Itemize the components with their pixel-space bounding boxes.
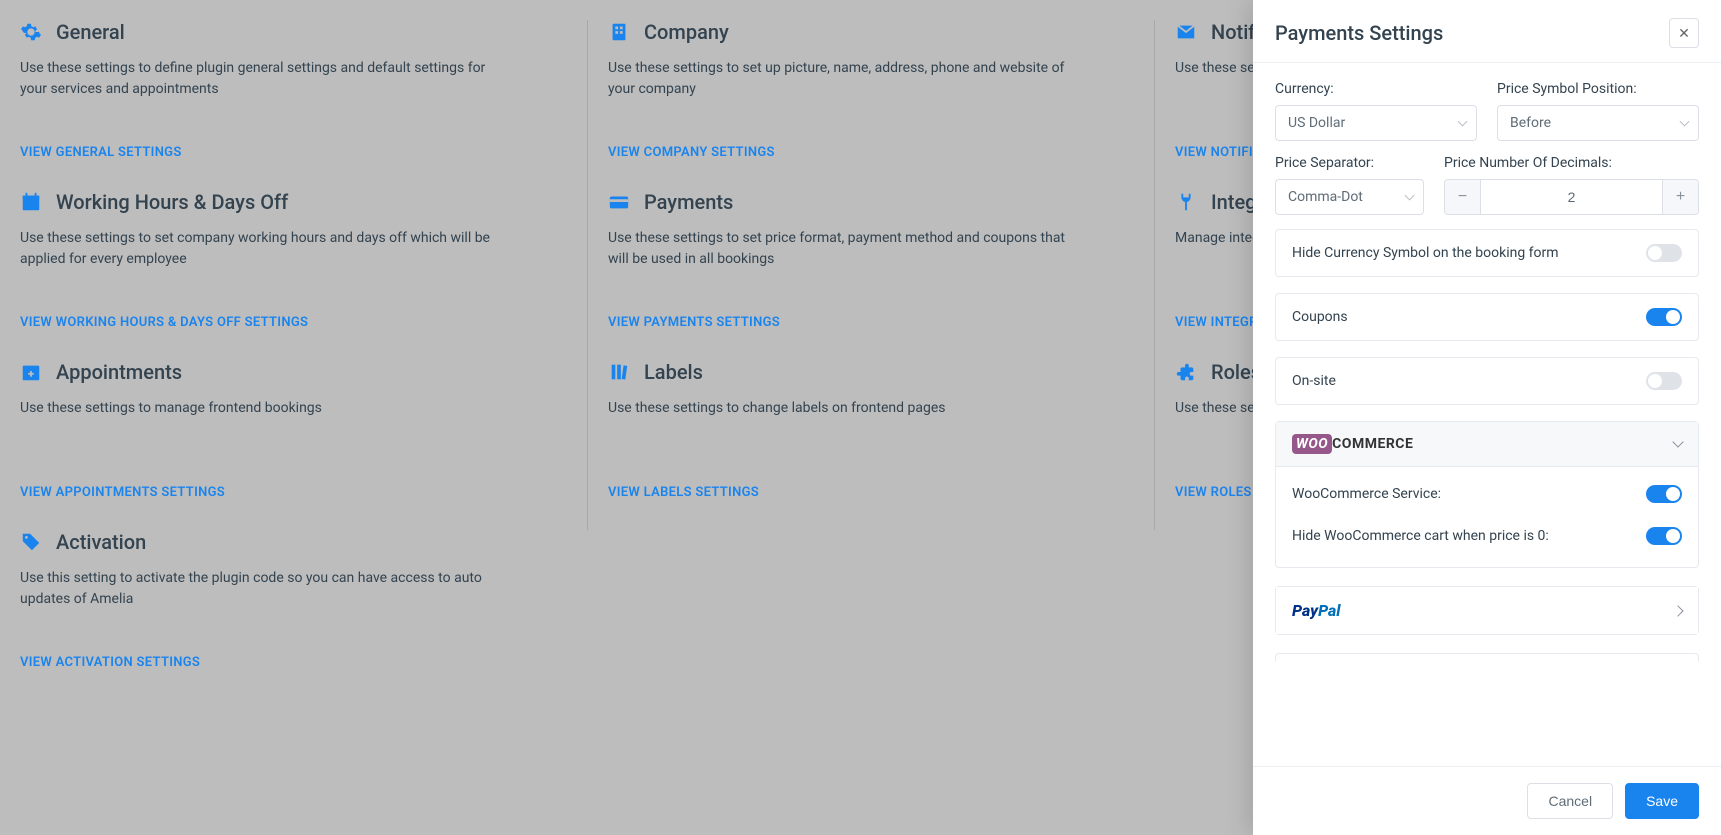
price-separator-label: Price Separator:	[1275, 155, 1424, 171]
woocommerce-header[interactable]: WooCommerce	[1276, 422, 1698, 467]
symbol-position-label: Price Symbol Position:	[1497, 81, 1699, 97]
decimals-input[interactable]	[1481, 180, 1662, 214]
cancel-button[interactable]: Cancel	[1527, 783, 1613, 819]
woo-service-toggle[interactable]	[1646, 485, 1682, 503]
woo-service-label: WooCommerce Service:	[1292, 486, 1441, 502]
hide-currency-symbol-toggle[interactable]	[1646, 244, 1682, 262]
price-separator-select[interactable]: Comma-Dot	[1275, 179, 1424, 215]
payments-settings-panel: Payments Settings ✕ Currency: US Dollar …	[1253, 0, 1721, 835]
currency-select[interactable]: US Dollar	[1275, 105, 1477, 141]
save-button[interactable]: Save	[1625, 783, 1699, 819]
coupons-label: Coupons	[1292, 309, 1348, 325]
hide-currency-symbol-label: Hide Currency Symbol on the booking form	[1292, 245, 1559, 261]
symbol-position-value: Before	[1510, 115, 1551, 131]
woocommerce-section: WooCommerce WooCommerce Service: Hide Wo…	[1275, 421, 1699, 568]
close-icon: ✕	[1678, 25, 1690, 42]
paypal-section: PayPal	[1275, 586, 1699, 635]
panel-title: Payments Settings	[1275, 21, 1443, 45]
chevron-right-icon	[1672, 605, 1683, 616]
onsite-toggle[interactable]	[1646, 372, 1682, 390]
currency-value: US Dollar	[1288, 115, 1345, 131]
currency-label: Currency:	[1275, 81, 1477, 97]
decimals-decrease-button[interactable]: −	[1445, 180, 1481, 214]
decimals-increase-button[interactable]: +	[1662, 180, 1698, 214]
decimals-label: Price Number Of Decimals:	[1444, 155, 1699, 171]
onsite-row: On-site	[1275, 357, 1699, 405]
chevron-down-icon	[1672, 436, 1683, 447]
woo-hide-cart-toggle[interactable]	[1646, 527, 1682, 545]
price-separator-value: Comma-Dot	[1288, 189, 1363, 205]
paypal-header[interactable]: PayPal	[1276, 587, 1698, 634]
onsite-label: On-site	[1292, 373, 1336, 389]
decimals-stepper: − +	[1444, 179, 1699, 215]
coupons-toggle[interactable]	[1646, 308, 1682, 326]
woocommerce-logo: WooCommerce	[1292, 436, 1413, 452]
coupons-row: Coupons	[1275, 293, 1699, 341]
next-section-peek	[1275, 653, 1699, 661]
woo-hide-cart-label: Hide WooCommerce cart when price is 0:	[1292, 528, 1549, 544]
symbol-position-select[interactable]: Before	[1497, 105, 1699, 141]
paypal-logo: PayPal	[1292, 601, 1341, 620]
hide-currency-symbol-row: Hide Currency Symbol on the booking form	[1275, 229, 1699, 277]
close-button[interactable]: ✕	[1669, 18, 1699, 48]
